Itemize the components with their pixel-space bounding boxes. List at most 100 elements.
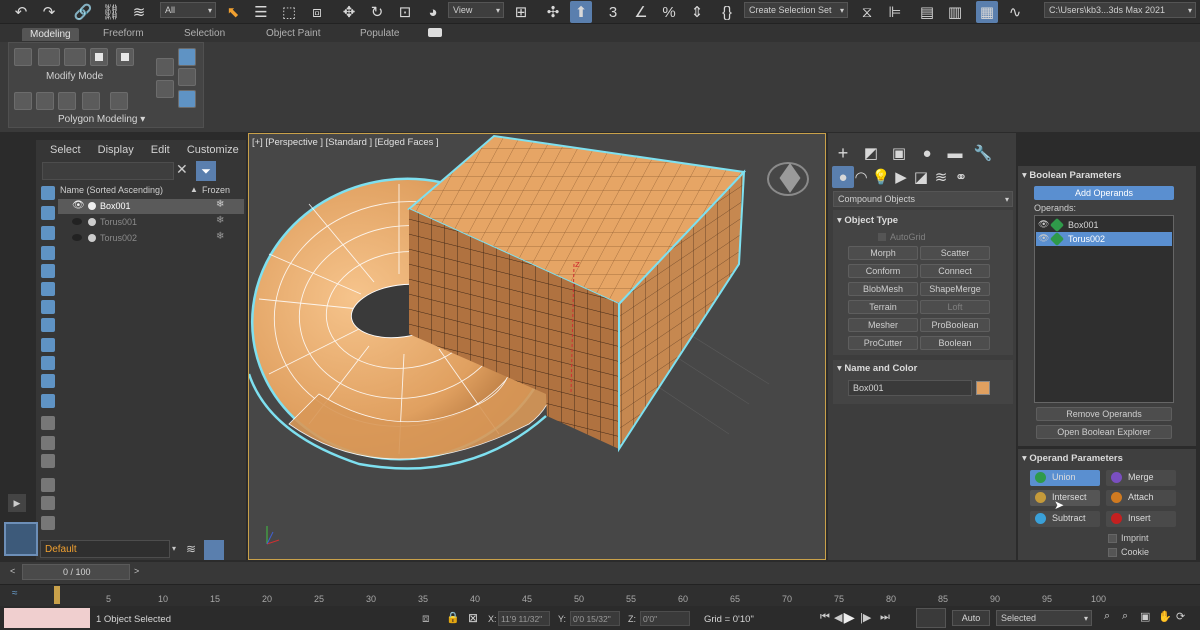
z-coordinate-field[interactable]: 0'0" (640, 611, 690, 626)
hierarchy-panel-icon[interactable]: ▣ (888, 142, 910, 164)
maxscript-listener[interactable] (4, 608, 90, 628)
menu-select[interactable]: Select (50, 144, 81, 156)
time-slider[interactable]: 0 / 100 (22, 564, 130, 580)
imprint-checkbox[interactable] (1108, 534, 1117, 543)
select-object-icon[interactable]: ⬉ (222, 1, 244, 23)
polygon-tool-5[interactable] (110, 92, 128, 110)
angle-snap-icon[interactable]: ∠ (630, 1, 652, 23)
scale-icon[interactable]: ⊡ (394, 1, 416, 23)
rect-selection-icon[interactable]: ⬚ (278, 1, 300, 23)
viewport[interactable]: [+] [Perspective ] [Standard ] [Edged Fa… (248, 133, 826, 560)
unlink-icon[interactable]: ⛓ (100, 1, 122, 23)
trackbar-current-frame[interactable] (54, 586, 60, 604)
tab-populate[interactable]: Populate (360, 28, 399, 39)
subtract-button[interactable]: Subtract (1030, 511, 1100, 527)
zoom-all-icon[interactable]: ⌕ (1122, 610, 1128, 623)
ribbon-toggle-icon[interactable]: ▦ (976, 1, 998, 23)
filter-icon[interactable]: ⏷ (196, 161, 216, 181)
table-row[interactable]: Torus001 ❄ (58, 215, 244, 230)
time-slider-next[interactable]: > (134, 566, 139, 576)
display-containers-icon[interactable] (41, 356, 55, 370)
operand-parameters-title[interactable]: Operand Parameters (1022, 453, 1122, 464)
select-manipulate-icon[interactable]: ✣ (542, 1, 564, 23)
cameras-category-icon[interactable]: ▶ (890, 166, 912, 188)
edit-poly-triangle-button[interactable] (38, 48, 60, 66)
display-bones-icon[interactable] (41, 338, 55, 352)
display-invert-icon[interactable] (41, 454, 55, 468)
display-none-icon[interactable] (41, 436, 55, 450)
align-icon[interactable]: ⊫ (884, 1, 906, 23)
curve-editor-toggle-icon[interactable]: ≈ (12, 588, 18, 599)
percent-snap-icon[interactable]: % (658, 1, 680, 23)
layer-dropdown[interactable]: Default (40, 540, 170, 558)
edit-poly-cube-button[interactable] (116, 48, 134, 66)
morph-button[interactable]: Morph (848, 246, 918, 260)
ribbon-options-icon[interactable] (428, 28, 442, 37)
filter-select-icon[interactable] (41, 496, 55, 510)
x-coordinate-field[interactable]: 11'9 11/32" (498, 611, 550, 626)
spinner-snap-icon[interactable]: ⇕ (686, 1, 708, 23)
menu-display[interactable]: Display (98, 144, 134, 156)
display-panel-icon[interactable]: ▬ (944, 142, 966, 164)
select-children-icon[interactable] (41, 516, 55, 530)
zoom-extents-icon[interactable]: ▣ (1140, 610, 1150, 623)
object-color-swatch[interactable] (976, 381, 990, 395)
viewcube-box[interactable] (779, 163, 801, 193)
frozen-icon[interactable]: ❄ (216, 215, 224, 226)
display-lights-icon[interactable] (41, 226, 55, 240)
project-path-dropdown[interactable]: C:\Users\kb3...3ds Max 2021 (1044, 2, 1196, 18)
chevron-down-icon[interactable]: ▾ (172, 544, 176, 553)
tab-freeform[interactable]: Freeform (103, 28, 144, 39)
edit-named-sets-icon[interactable]: {} (716, 1, 738, 23)
shapemerge-button[interactable]: ShapeMerge (920, 282, 990, 296)
tab-selection[interactable]: Selection (184, 28, 225, 39)
trackbar[interactable] (0, 584, 1200, 606)
edit-poly-button[interactable] (14, 48, 32, 66)
insert-button[interactable]: Insert (1106, 511, 1176, 527)
utilities-panel-icon[interactable]: 🔧 (972, 142, 994, 164)
merge-button[interactable]: Merge (1106, 470, 1176, 486)
frozen-icon[interactable]: ❄ (216, 199, 224, 210)
display-xrefs-icon[interactable] (41, 318, 55, 332)
mesher-button[interactable]: Mesher (848, 318, 918, 332)
polygon-tool-1[interactable] (14, 92, 32, 110)
scene-search-input[interactable] (42, 162, 174, 180)
orbit-icon[interactable]: ⟳ (1176, 610, 1185, 623)
move-icon[interactable]: ✥ (338, 1, 360, 23)
motion-panel-icon[interactable]: ● (916, 142, 938, 164)
display-shapes-icon[interactable] (41, 206, 55, 220)
polygon-tool-3[interactable] (58, 92, 76, 110)
edit-poly-loop-button[interactable] (64, 48, 86, 66)
y-coordinate-field[interactable]: 0'0 15/32" (570, 611, 620, 626)
object-name-input[interactable]: Box001 (848, 380, 972, 396)
conform-button[interactable]: Conform (848, 264, 918, 278)
pivot-icon[interactable]: ⊞ (510, 1, 532, 23)
remove-operands-button[interactable]: Remove Operands (1036, 407, 1172, 421)
union-button[interactable]: Union (1030, 470, 1100, 486)
frozen-icon[interactable]: ❄ (216, 231, 224, 242)
filter-funnel-icon[interactable] (41, 478, 55, 492)
connect-button[interactable]: Connect (920, 264, 990, 278)
shapes-category-icon[interactable]: ◠ (850, 166, 872, 188)
loft-button[interactable]: Loft (920, 300, 990, 314)
layers-icon[interactable]: ≋ (186, 542, 196, 556)
goto-end-icon[interactable]: ⏭ (880, 611, 890, 624)
table-row[interactable]: 👁 Box001 ❄ (58, 199, 244, 214)
next-frame-icon[interactable]: |▶ (860, 611, 871, 624)
proboolean-button[interactable]: ProBoolean (920, 318, 990, 332)
place-icon[interactable]: ◕ (422, 1, 444, 23)
selection-filter-dropdown[interactable]: All (160, 2, 216, 18)
blobmesh-button[interactable]: BlobMesh (848, 282, 918, 296)
add-operands-button[interactable]: Add Operands (1034, 186, 1174, 200)
polygon-side-tool-2[interactable] (156, 80, 174, 98)
cookie-checkbox[interactable] (1108, 548, 1117, 557)
window-crossing-icon[interactable]: ⧈ (306, 1, 328, 23)
polygon-tool-4[interactable] (82, 92, 100, 110)
auto-key-button[interactable]: Auto (952, 610, 990, 626)
menu-customize[interactable]: Customize (187, 144, 239, 156)
display-helpers-icon[interactable] (41, 264, 55, 278)
isolate-selection-icon[interactable]: ⧈ (422, 611, 430, 626)
autogrid-checkbox[interactable] (878, 233, 886, 241)
visibility-eye-icon[interactable]: 👁 (72, 200, 85, 211)
display-geometry-icon[interactable] (41, 186, 55, 200)
